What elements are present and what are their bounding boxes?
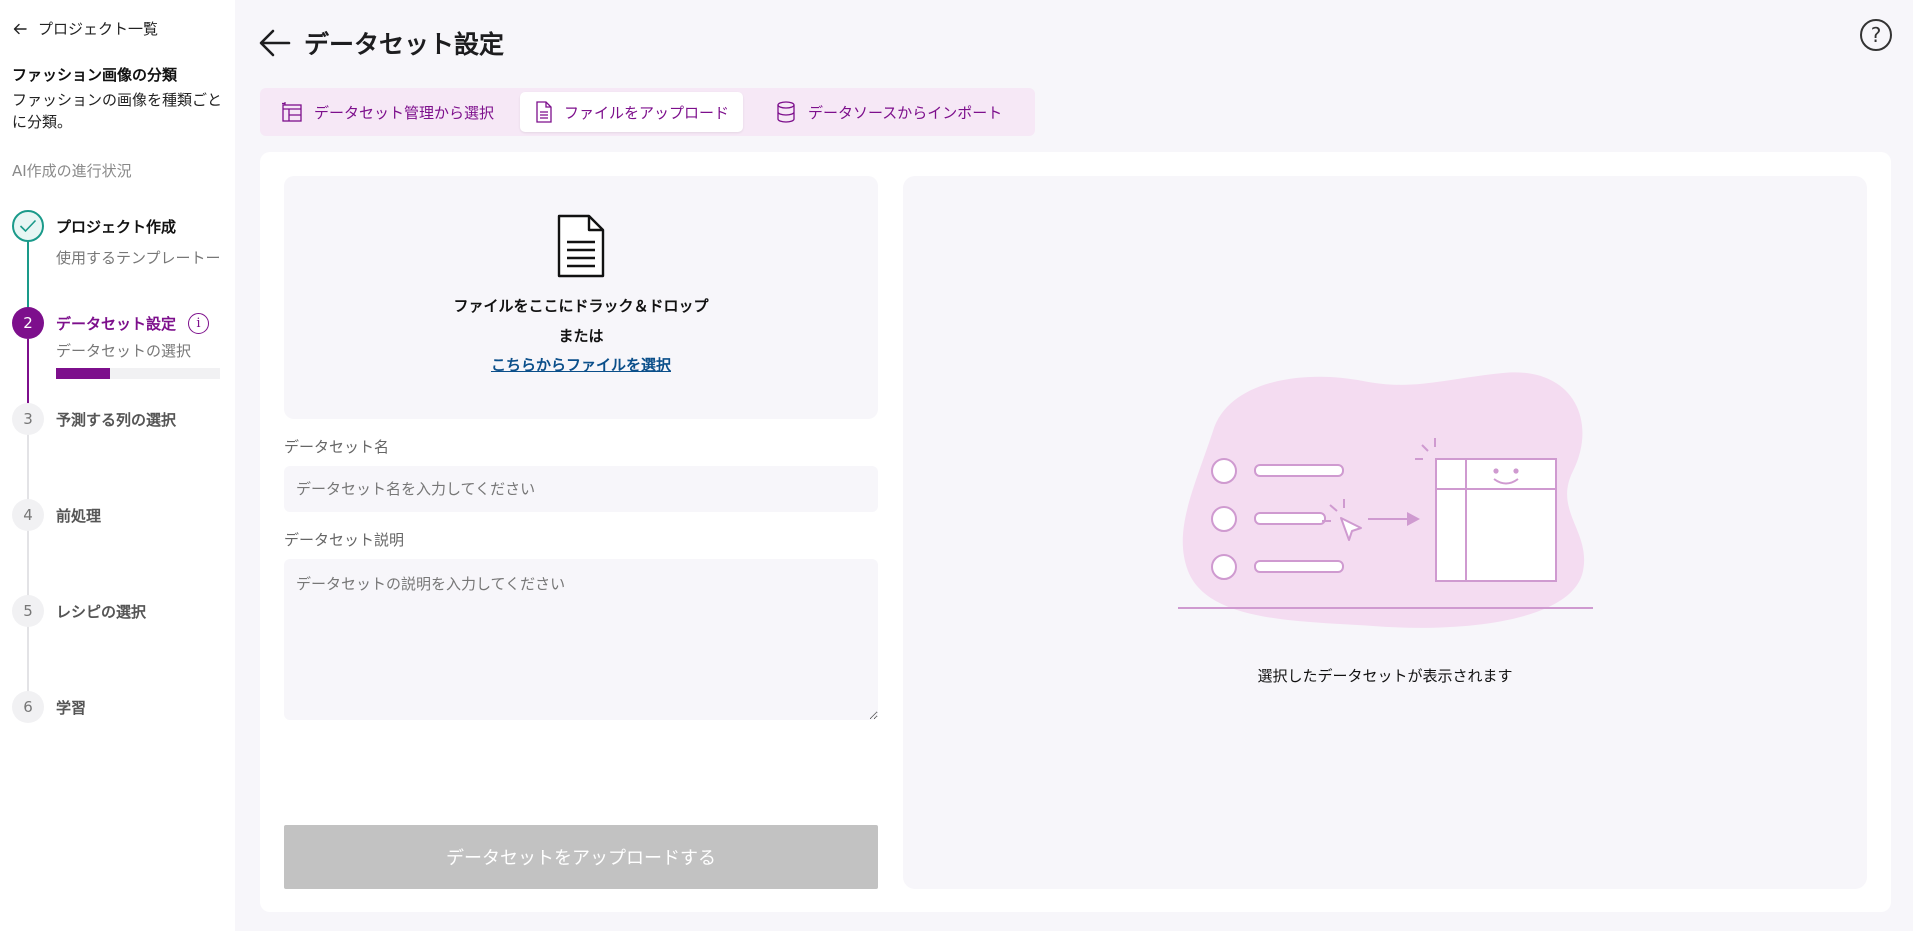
progress-label: AI作成の進行状況 xyxy=(12,162,132,180)
source-tabs: データセット管理から選択 ファイルをアップロード データソースからインポート xyxy=(260,88,1035,136)
file-icon xyxy=(536,101,552,123)
dataset-name-input[interactable] xyxy=(284,466,878,512)
step-training[interactable]: 6 学習 xyxy=(12,691,86,723)
step-title: レシピの選択 xyxy=(56,603,147,621)
project-title: ファッション画像の分類 xyxy=(12,66,178,84)
file-drop-zone[interactable]: ファイルをここにドラック＆ドロップ または こちらからファイルを選択 xyxy=(284,176,878,419)
tab-select-from-dataset-management[interactable]: データセット管理から選択 xyxy=(266,92,508,132)
check-icon xyxy=(19,219,37,233)
drop-or-text: または xyxy=(558,327,604,345)
step-number-circle: 2 xyxy=(12,307,44,339)
step-title: 学習 xyxy=(56,699,87,717)
page-back-button[interactable] xyxy=(258,26,292,60)
preview-placeholder-text: 選択したデータセットが表示されます xyxy=(1257,667,1513,685)
step-number-circle: 3 xyxy=(12,403,44,435)
dataset-description-label: データセット説明 xyxy=(284,531,405,549)
back-to-projects-link[interactable]: プロジェクト一覧 xyxy=(12,18,158,39)
dataset-table-icon xyxy=(282,102,302,122)
step-connector xyxy=(27,530,29,601)
dataset-description-textarea[interactable] xyxy=(284,559,878,720)
dataset-name-label: データセット名 xyxy=(284,438,390,456)
step-number-circle: 5 xyxy=(12,595,44,627)
back-link-label: プロジェクト一覧 xyxy=(38,20,159,38)
step-number-circle: 6 xyxy=(12,691,44,723)
step-progress-fill xyxy=(56,368,111,379)
arrow-left-icon xyxy=(259,29,291,57)
step-number-circle: 4 xyxy=(12,499,44,531)
tab-label: データソースからインポート xyxy=(808,103,1003,122)
tab-file-upload[interactable]: ファイルをアップロード xyxy=(520,92,744,132)
sidebar: プロジェクト一覧 ファッション画像の分類 ファッションの画像を種類ごとに分類。 … xyxy=(0,0,235,931)
step-connector xyxy=(27,434,29,505)
empty-preview-illustration xyxy=(1178,372,1593,628)
step-title: 前処理 xyxy=(56,507,102,525)
step-done-circle xyxy=(12,210,44,242)
step-subtitle: データセットの選択 xyxy=(56,342,192,360)
step-recipe-selection[interactable]: 5 レシピの選択 xyxy=(12,595,146,627)
database-icon xyxy=(777,101,795,123)
arrow-left-icon xyxy=(13,23,27,34)
help-button[interactable]: ? xyxy=(1860,19,1892,51)
upload-dataset-button[interactable]: データセットをアップロードする xyxy=(284,825,878,889)
tab-label: データセット管理から選択 xyxy=(314,103,495,122)
step-title: 予測する列の選択 xyxy=(56,411,177,429)
step-subtitle: 使用するテンプレートー xyxy=(56,249,221,267)
project-description: ファッションの画像を種類ごとに分類。 xyxy=(12,91,223,131)
info-icon[interactable]: i xyxy=(188,313,210,334)
dataset-preview-panel: 選択したデータセットが表示されます xyxy=(903,176,1867,889)
step-target-column[interactable]: 3 予測する列の選択 xyxy=(12,403,176,435)
page-title: データセット設定 xyxy=(304,30,505,59)
document-icon xyxy=(557,214,605,278)
step-dataset-settings[interactable]: 2 データセット設定 i データセットの選択 xyxy=(12,307,220,379)
step-preprocessing[interactable]: 4 前処理 xyxy=(12,499,101,531)
drop-instruction: ファイルをここにドラック＆ドロップ xyxy=(453,297,709,315)
step-title: データセット設定 xyxy=(56,315,177,333)
tab-label: ファイルをアップロード xyxy=(564,103,730,122)
step-title: プロジェクト作成 xyxy=(56,218,177,236)
select-file-link[interactable]: こちらからファイルを選択 xyxy=(491,356,671,374)
step-connector xyxy=(27,626,29,697)
step-project-creation[interactable]: プロジェクト作成 使用するテンプレートー xyxy=(12,210,221,269)
tab-import-from-datasource[interactable]: データソースからインポート xyxy=(760,92,1016,132)
step-progress-bar xyxy=(56,368,220,379)
